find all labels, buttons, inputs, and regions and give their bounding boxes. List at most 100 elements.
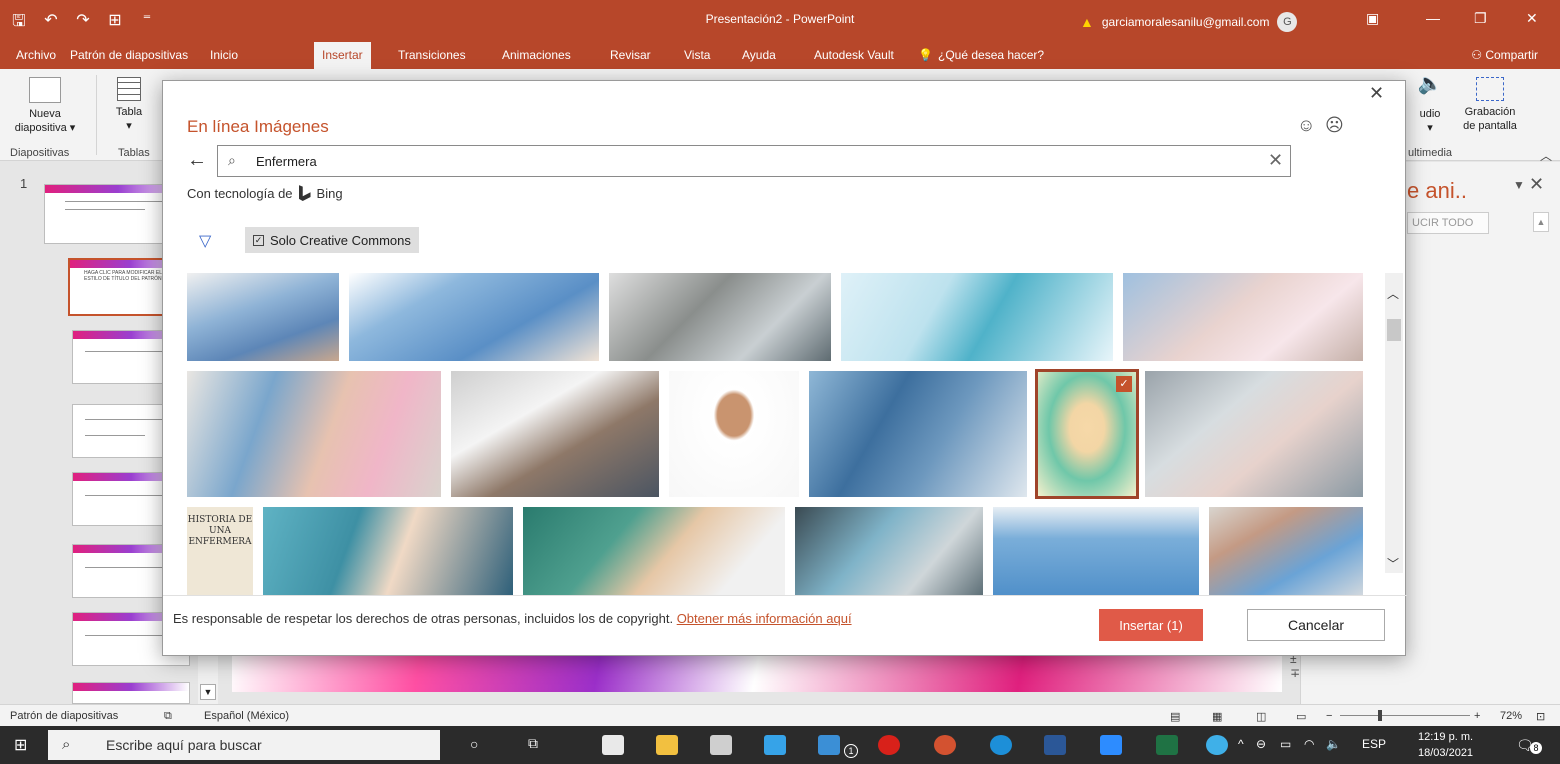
zoom-in-icon[interactable]: +	[1474, 710, 1480, 722]
wifi-icon[interactable]: ◠	[1304, 737, 1314, 751]
fit-to-window-icon[interactable]: ⊡	[1536, 710, 1545, 723]
tab-inicio[interactable]: Inicio	[210, 48, 238, 62]
close-pane-icon[interactable]: ✕	[1529, 174, 1544, 195]
screen-recording-button[interactable]: Grabación de pantalla	[1450, 77, 1530, 133]
excel-icon[interactable]	[1156, 735, 1178, 755]
scroll-down-icon[interactable]: ▼	[200, 684, 216, 700]
scroll-down-icon[interactable]: ﹀	[1387, 555, 1399, 572]
reading-view-icon[interactable]: ◫	[1256, 710, 1266, 723]
clock[interactable]: 12:19 p. m. 18/03/2021	[1418, 729, 1473, 761]
tab-patron-diapositivas[interactable]: Patrón de diapositivas	[70, 48, 188, 62]
task-view-icon[interactable]: ⧉	[528, 735, 538, 752]
cancel-button[interactable]: Cancelar	[1247, 609, 1385, 641]
zoom-slider[interactable]	[1340, 715, 1470, 716]
layout-thumbnail[interactable]	[72, 682, 190, 704]
image-result[interactable]	[523, 507, 785, 595]
image-result[interactable]	[609, 273, 831, 361]
opera-icon[interactable]	[878, 735, 900, 755]
zoom-out-icon[interactable]: −	[1326, 710, 1332, 722]
warning-icon[interactable]: ▲	[1080, 14, 1094, 30]
tab-animaciones[interactable]: Animaciones	[502, 48, 571, 62]
dropbox-icon[interactable]	[602, 735, 624, 755]
image-result[interactable]: HISTORIA DE UNA ENFERMERA	[187, 507, 253, 595]
powerpoint-icon[interactable]	[934, 735, 956, 755]
help-app-icon[interactable]	[1206, 735, 1228, 755]
battery-icon[interactable]: ▭	[1280, 737, 1291, 751]
close-window-icon[interactable]: ✕	[1526, 10, 1538, 27]
clear-search-icon[interactable]: ✕	[1268, 150, 1283, 171]
edge-icon[interactable]	[990, 735, 1012, 755]
image-result[interactable]	[1209, 507, 1363, 595]
slideshow-icon[interactable]: ▭	[1296, 710, 1306, 723]
image-result[interactable]	[263, 507, 513, 595]
filter-icon[interactable]: ▽	[199, 231, 211, 251]
avatar[interactable]: G	[1277, 12, 1298, 32]
audio-button[interactable]: 🔈 udio ▾	[1410, 74, 1450, 135]
app-icon[interactable]	[764, 735, 786, 755]
search-icon: ⌕	[228, 152, 236, 168]
image-result[interactable]	[1123, 273, 1363, 361]
zoom-slider-thumb[interactable]	[1378, 710, 1382, 721]
tab-revisar[interactable]: Revisar	[610, 48, 651, 62]
image-result[interactable]	[1145, 371, 1363, 497]
table-button[interactable]: Tabla ▾	[104, 77, 154, 133]
ribbon-display-options-icon[interactable]: ▣	[1366, 10, 1379, 27]
pane-options-icon[interactable]: ▼	[1513, 178, 1525, 192]
image-result-selected[interactable]: ✓	[1035, 369, 1139, 499]
tell-me-search[interactable]: ¿Qué desea hacer?	[938, 48, 1044, 62]
image-result[interactable]	[349, 273, 599, 361]
accessibility-icon[interactable]: ⧉	[164, 710, 172, 723]
results-scrollbar[interactable]: ︿ ﹀	[1385, 273, 1403, 573]
play-all-button[interactable]: UCIR TODO	[1407, 212, 1489, 234]
store-icon[interactable]	[710, 735, 732, 755]
send-frown-icon[interactable]: ☹	[1325, 115, 1344, 136]
minimize-icon[interactable]: —	[1426, 10, 1440, 26]
scroll-up-icon[interactable]: ▲	[1533, 212, 1549, 232]
image-result[interactable]	[841, 273, 1113, 361]
slide-sorter-icon[interactable]: ▦	[1212, 710, 1222, 723]
normal-view-icon[interactable]: ▤	[1170, 710, 1180, 723]
account-email[interactable]: garciamoralesanilu@gmail.com	[1102, 15, 1270, 29]
image-search-input[interactable]: ⌕ Enfermera ✕	[217, 145, 1291, 177]
image-result[interactable]	[187, 273, 339, 361]
cortana-icon[interactable]: ○	[470, 736, 478, 752]
new-slide-button[interactable]: Nueva diapositiva ▾	[10, 77, 80, 135]
creative-commons-filter[interactable]: ✓ Solo Creative Commons	[245, 227, 419, 253]
onedrive-tray-icon[interactable]: ⊖	[1256, 737, 1266, 751]
image-result[interactable]	[993, 507, 1199, 595]
image-result[interactable]	[795, 507, 983, 595]
taskbar-search-box[interactable]: ⌕ Escribe aquí para buscar	[48, 730, 440, 760]
prev-next-slide-arrows[interactable]: ± ∓	[1290, 652, 1300, 680]
tab-insertar[interactable]: Insertar	[314, 42, 371, 69]
scrollbar-thumb[interactable]	[1387, 319, 1401, 341]
selected-check-icon[interactable]: ✓	[1116, 376, 1132, 392]
volume-icon[interactable]: 🔈	[1326, 737, 1341, 751]
back-arrow-icon[interactable]: ←	[187, 149, 207, 172]
file-explorer-icon[interactable]	[656, 735, 678, 755]
show-hidden-icons-icon[interactable]: ^	[1238, 737, 1244, 751]
more-info-link[interactable]: Obtener más información aquí	[677, 611, 852, 626]
tab-autodesk-vault[interactable]: Autodesk Vault	[814, 48, 894, 62]
close-dialog-icon[interactable]: ✕	[1369, 83, 1384, 104]
tab-vista[interactable]: Vista	[684, 48, 710, 62]
windows-start-icon[interactable]: ⊞	[14, 735, 27, 755]
restore-icon[interactable]: ❐	[1474, 10, 1487, 27]
tab-ayuda[interactable]: Ayuda	[742, 48, 776, 62]
word-icon[interactable]	[1044, 735, 1066, 755]
mail-icon[interactable]	[818, 735, 840, 755]
insert-button[interactable]: Insertar (1)	[1099, 609, 1203, 641]
scroll-up-icon[interactable]: ︿	[1387, 285, 1399, 302]
send-smile-icon[interactable]: ☺	[1297, 115, 1315, 136]
zoom-app-icon[interactable]	[1100, 735, 1122, 755]
input-language[interactable]: ESP	[1362, 737, 1386, 751]
account-area[interactable]: ▲ garciamoralesanilu@gmail.com G	[1080, 12, 1298, 32]
tab-transiciones[interactable]: Transiciones	[398, 48, 466, 62]
image-result[interactable]	[187, 371, 441, 497]
share-button[interactable]: ⚇ Compartir	[1471, 48, 1538, 62]
image-result[interactable]	[451, 371, 659, 497]
image-result[interactable]	[669, 371, 799, 497]
tab-archivo[interactable]: Archivo	[16, 48, 56, 62]
zoom-level[interactable]: 72%	[1500, 710, 1522, 722]
language-label[interactable]: Español (México)	[204, 710, 289, 722]
image-result[interactable]	[809, 371, 1027, 497]
